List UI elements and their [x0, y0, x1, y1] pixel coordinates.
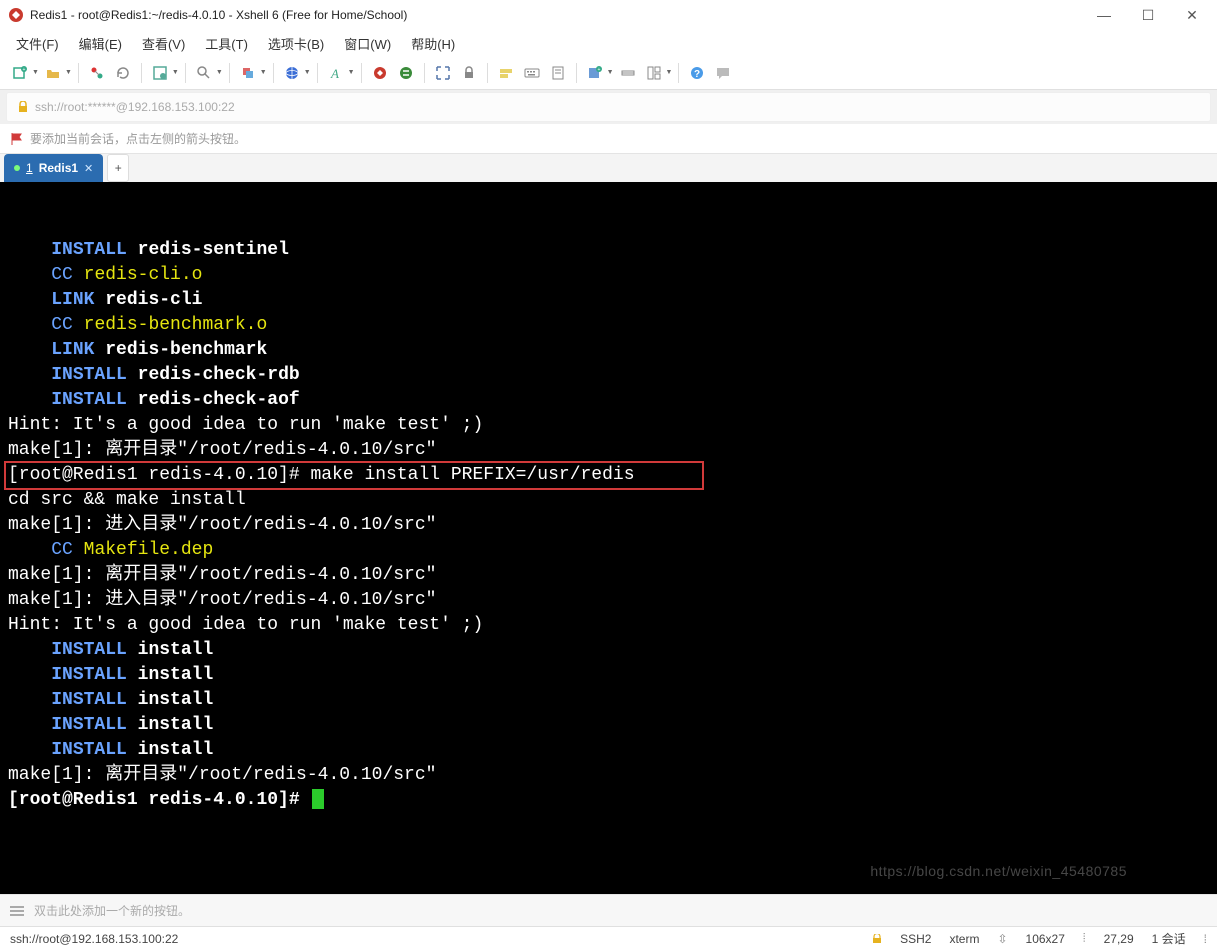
terminal-line: make[1]: 进入目录"/root/redis-4.0.10/src" [8, 513, 1209, 538]
titlebar: Redis1 - root@Redis1:~/redis-4.0.10 - Xs… [0, 0, 1217, 30]
status-sessions: 1 会话 [1152, 930, 1186, 947]
status-pos: 27,29 [1104, 932, 1134, 946]
status-term: xterm [949, 932, 979, 946]
terminal[interactable]: https://blog.csdn.net/weixin_45480785 IN… [0, 182, 1217, 894]
chat-icon[interactable] [711, 61, 735, 85]
app-icon [8, 7, 24, 23]
menu-item-1[interactable]: 编辑(E) [71, 32, 130, 55]
highlight-icon[interactable] [494, 61, 518, 85]
maximize-button[interactable]: ☐ [1135, 7, 1161, 24]
script-icon[interactable] [546, 61, 570, 85]
fullscreen-icon[interactable] [431, 61, 455, 85]
terminal-line: CC redis-benchmark.o [8, 313, 1209, 338]
search-icon[interactable] [192, 61, 216, 85]
compose-placeholder[interactable]: 双击此处添加一个新的按钮。 [34, 902, 190, 919]
terminal-line: CC redis-cli.o [8, 263, 1209, 288]
disconnect-icon[interactable] [85, 61, 109, 85]
flag-icon[interactable] [10, 132, 24, 146]
terminal-line: [root@Redis1 redis-4.0.10]# [8, 788, 1209, 813]
menubar: 文件(F)编辑(E)查看(V)工具(T)选项卡(B)窗口(W)帮助(H) [0, 30, 1217, 56]
window-controls: — ☐ ✕ [1091, 7, 1209, 24]
keyboard-icon[interactable] [520, 61, 544, 85]
menu-item-6[interactable]: 帮助(H) [403, 32, 463, 55]
close-button[interactable]: ✕ [1179, 7, 1205, 24]
terminal-line: INSTALL redis-sentinel [8, 238, 1209, 263]
status-lock-icon [872, 934, 882, 944]
terminal-line: Hint: It's a good idea to run 'make test… [8, 413, 1209, 438]
terminal-line: [root@Redis1 redis-4.0.10]# make install… [8, 463, 1209, 488]
menu-item-4[interactable]: 选项卡(B) [260, 32, 332, 55]
help-icon[interactable]: ? [685, 61, 709, 85]
terminal-line: make[1]: 离开目录"/root/redis-4.0.10/src" [8, 763, 1209, 788]
menu-item-2[interactable]: 查看(V) [134, 32, 193, 55]
new-tab-icon[interactable]: + [583, 61, 607, 85]
addressbar[interactable]: ssh://root:******@192.168.153.100:22 [6, 92, 1211, 122]
svg-text:?: ? [694, 69, 700, 80]
terminal-cursor [312, 789, 324, 809]
copy-icon[interactable] [236, 61, 260, 85]
menu-item-0[interactable]: 文件(F) [8, 32, 67, 55]
xftp-icon[interactable] [394, 61, 418, 85]
terminal-line: LINK redis-benchmark [8, 338, 1209, 363]
svg-text:+: + [597, 67, 600, 73]
compose-menu-icon[interactable] [10, 906, 24, 916]
lock-icon [17, 101, 29, 113]
status-dot-icon [14, 165, 20, 171]
tab-index: 1 [26, 161, 33, 175]
terminal-line: INSTALL redis-check-rdb [8, 363, 1209, 388]
status-pos-icon: ⦙ [1083, 931, 1086, 946]
layout-icon[interactable] [642, 61, 666, 85]
terminal-line: INSTALL install [8, 713, 1209, 738]
new-session-icon[interactable]: + [8, 61, 32, 85]
xshell-icon[interactable] [368, 61, 392, 85]
status-connection: ssh://root@192.168.153.100:22 [10, 932, 178, 946]
terminal-line: make[1]: 进入目录"/root/redis-4.0.10/src" [8, 588, 1209, 613]
watermark-text: https://blog.csdn.net/weixin_45480785 [870, 859, 1127, 884]
address-url: ssh://root:******@192.168.153.100:22 [35, 100, 235, 114]
tabstrip: 1 Redis1 ✕ + [0, 154, 1217, 182]
terminal-line: INSTALL install [8, 638, 1209, 663]
compose-bar: 双击此处添加一个新的按钮。 [0, 894, 1217, 926]
terminal-line: Hint: It's a good idea to run 'make test… [8, 613, 1209, 638]
svg-text:+: + [23, 67, 26, 73]
tab-redis1[interactable]: 1 Redis1 ✕ [4, 154, 103, 182]
status-size: 106x27 [1026, 932, 1065, 946]
terminal-line: make[1]: 离开目录"/root/redis-4.0.10/src" [8, 563, 1209, 588]
properties-icon[interactable] [148, 61, 172, 85]
terminal-line: CC Makefile.dep [8, 538, 1209, 563]
session-hint-text: 要添加当前会话，点击左侧的箭头按钮。 [30, 130, 246, 147]
reconnect-icon[interactable] [111, 61, 135, 85]
status-size-icon: ⇳ [997, 932, 1007, 946]
menu-item-3[interactable]: 工具(T) [197, 32, 256, 55]
globe-icon[interactable] [280, 61, 304, 85]
terminal-line: LINK redis-cli [8, 288, 1209, 313]
lock-icon[interactable] [457, 61, 481, 85]
svg-text:A: A [330, 66, 339, 81]
open-icon[interactable] [41, 61, 65, 85]
window-title: Redis1 - root@Redis1:~/redis-4.0.10 - Xs… [30, 8, 407, 22]
font-icon[interactable]: A [324, 61, 348, 85]
session-hint-bar: 要添加当前会话，点击左侧的箭头按钮。 [0, 124, 1217, 154]
tab-close-icon[interactable]: ✕ [84, 162, 93, 175]
terminal-line: cd src && make install [8, 488, 1209, 513]
terminal-line: INSTALL redis-check-aof [8, 388, 1209, 413]
toolbar: +▼ ▼ ▼ ▼ ▼ ▼ A▼ +▼ ▼ ? [0, 56, 1217, 90]
status-ssh: SSH2 [900, 932, 931, 946]
menu-item-5[interactable]: 窗口(W) [336, 32, 399, 55]
tab-add-button[interactable]: + [107, 154, 129, 182]
terminal-line: INSTALL install [8, 663, 1209, 688]
terminal-line: INSTALL install [8, 738, 1209, 763]
terminal-line: make[1]: 离开目录"/root/redis-4.0.10/src" [8, 438, 1209, 463]
compose-icon[interactable] [616, 61, 640, 85]
minimize-button[interactable]: — [1091, 7, 1117, 23]
terminal-line: INSTALL install [8, 688, 1209, 713]
tab-label: Redis1 [39, 161, 78, 175]
statusbar: ssh://root@192.168.153.100:22 SSH2 xterm… [0, 926, 1217, 950]
status-more-icon[interactable]: ⁞ [1204, 932, 1207, 946]
